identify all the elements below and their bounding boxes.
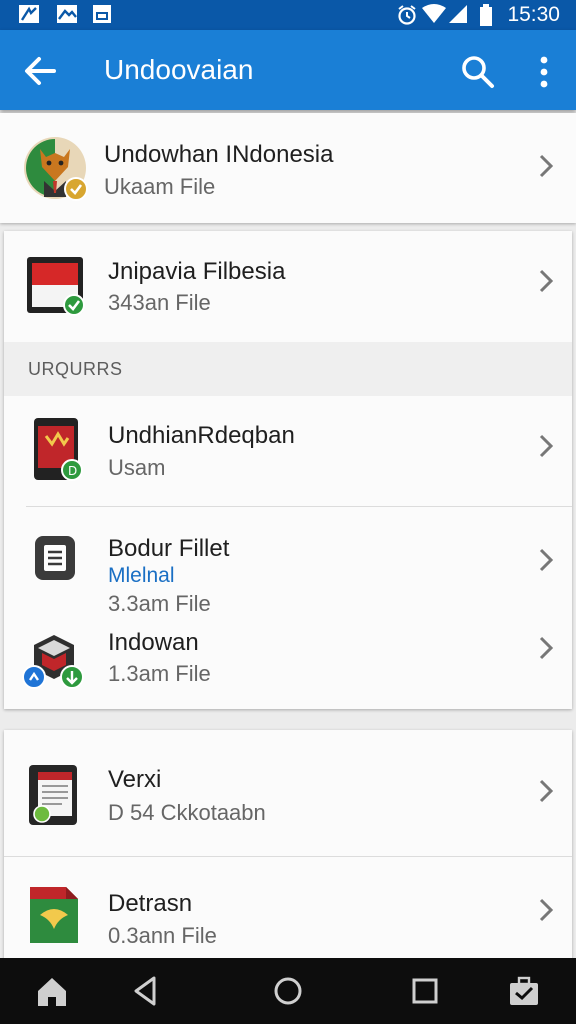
navigation-bar [0, 958, 576, 1024]
list-item[interactable]: Indowan 1.3am File [4, 617, 572, 707]
item-title: Detrasn [108, 890, 193, 917]
list-item[interactable]: Undowhan INdonesia Ukaam File [0, 113, 576, 223]
tablet-file-icon [29, 765, 77, 825]
list-item[interactable]: Detrasn 0.3ann File [4, 857, 572, 957]
briefcase-icon[interactable] [506, 973, 542, 1009]
svg-text:D: D [68, 464, 77, 478]
item-title: Undowhan INdonesia [104, 141, 334, 168]
chevron-right-icon [539, 779, 554, 803]
list-item[interactable]: Jnipavia Filbesia 343an File [4, 231, 572, 341]
chevron-right-icon [539, 636, 554, 660]
item-subtitle: 3.3am File [108, 591, 211, 616]
item-link[interactable]: Mlelnal [108, 564, 175, 588]
section-header: URQURRS [4, 342, 572, 396]
chevron-right-icon [539, 548, 554, 572]
item-title: Verxi [108, 766, 162, 793]
back-triangle-icon[interactable] [128, 973, 164, 1009]
recents-square-icon[interactable] [407, 973, 443, 1009]
chevron-right-icon [539, 898, 554, 922]
chevron-right-icon [539, 434, 554, 458]
battery-icon [480, 4, 492, 26]
chevron-right-icon [539, 269, 554, 293]
home-circle-icon[interactable] [270, 973, 306, 1009]
search-icon[interactable] [460, 54, 496, 90]
item-subtitle: 343an File [108, 290, 211, 315]
leaf-file-icon [30, 887, 78, 943]
wifi-icon [422, 4, 446, 23]
section-header-label: URQURRS [28, 359, 123, 379]
back-arrow-icon[interactable] [22, 54, 58, 88]
status-time: 15:30 [507, 3, 560, 26]
flag-file-icon [27, 257, 85, 316]
image-icon [57, 5, 77, 23]
file-card: Undowhan INdonesia Ukaam File [0, 113, 576, 223]
chevron-right-icon [539, 154, 554, 178]
page-title: Undoovaian [104, 54, 254, 85]
phone-file-icon: D [34, 418, 83, 481]
status-bar: 15:30 [0, 0, 576, 30]
signal-icon [449, 5, 467, 23]
item-title: UndhianRdeqban [108, 422, 295, 449]
alarm-icon [398, 5, 416, 25]
list-item[interactable]: D UndhianRdeqban Usam [4, 396, 572, 506]
item-subtitle: 1.3am File [108, 661, 211, 686]
item-title: Jnipavia Filbesia [108, 258, 286, 285]
app-bar: Undoovaian [0, 30, 576, 110]
list-item[interactable]: Verxi D 54 Ckkotaabn [4, 730, 572, 856]
box-file-icon [22, 635, 84, 689]
file-card: Verxi D 54 Ckkotaabn Detrasn 0.3ann File [4, 730, 572, 970]
item-title: Bodur Fillet [108, 535, 230, 562]
more-vert-icon[interactable] [530, 54, 558, 90]
notification-icon [19, 5, 39, 23]
item-subtitle: Usam [108, 455, 166, 480]
home-icon[interactable] [34, 973, 70, 1009]
document-icon [35, 536, 75, 580]
list-item[interactable]: Bodur Fillet Mlelnal 3.3am File [4, 507, 572, 617]
gallery-icon [93, 5, 111, 23]
item-title: Indowan [108, 629, 199, 656]
item-subtitle: Ukaam File [104, 174, 216, 199]
tiger-avatar-icon [24, 137, 88, 201]
item-subtitle: 0.3ann File [108, 923, 217, 948]
item-subtitle: D 54 Ckkotaabn [108, 800, 266, 825]
